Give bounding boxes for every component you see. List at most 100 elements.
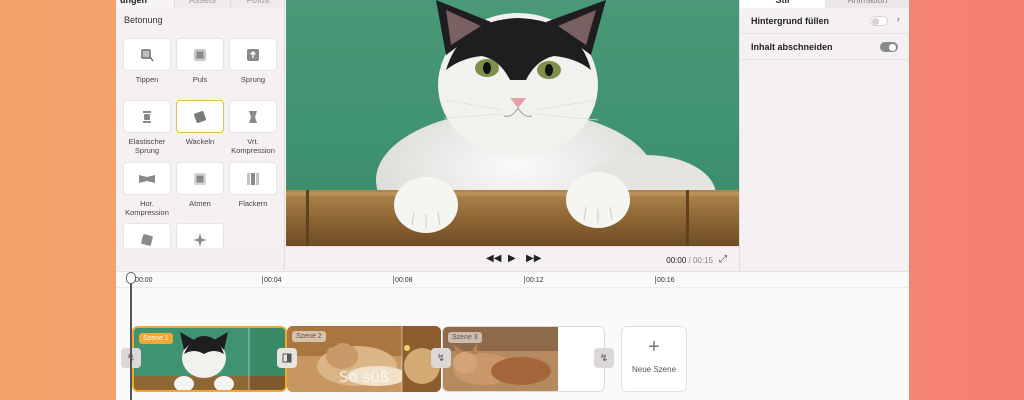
properties-tabs: Stil Animation [740,0,909,8]
timeline: 00:00 00:04 00:08 00:12 00:16 Szene 1 Sz… [116,271,909,400]
jump-icon [247,48,259,61]
fullscreen-icon[interactable]: ⤢ [719,254,727,265]
effect-tile [123,100,171,133]
tick [524,276,525,284]
effect-tile [176,223,224,248]
tap-icon [141,48,154,61]
effect-hor-kompression[interactable]: Hor. Kompression [122,162,172,217]
effect-tile [176,100,224,133]
effect-atmen[interactable]: Atmen [175,162,225,208]
scene-3-clip[interactable]: Szene 3 [442,326,605,392]
bolt-icon: ↯ [599,352,609,364]
transition-button[interactable] [277,348,297,368]
rewind-icon[interactable]: ◀◀ [486,253,501,264]
effect-label: Hor. Kompression [125,199,169,217]
section-title: Betonung [124,15,163,25]
effects-panel-footer [116,248,285,270]
effects-panel: ungen Assets Fotos Betonung Tippen Puls [116,0,285,248]
tick-label: 00:04 [264,277,282,284]
time-ruler: 00:00 00:04 00:08 00:12 00:16 [116,272,909,288]
effect-wackeln[interactable]: Wackeln [175,100,225,146]
effect-label: Atmen [189,199,211,208]
effect-flackern[interactable]: Flackern [228,162,278,208]
tab-effects[interactable]: ungen [116,0,175,8]
horizontal-compress-icon [139,174,155,183]
effect-sparkle[interactable] [175,223,225,248]
effect-tippen[interactable]: Tippen [122,38,172,84]
effect-label: Puls [192,75,208,84]
wobble-icon [194,110,206,123]
effect-label: Vrt. Kompression [231,137,275,155]
effect-label: Wackeln [185,137,215,146]
tab-style[interactable]: Stil [740,0,825,8]
sparkle-icon [193,232,207,247]
effect-tile [176,38,224,71]
scene-3-tag: Szene 3 [448,332,482,343]
play-icon[interactable]: ▶ [508,253,516,264]
current-time: 00:00 [666,256,687,265]
tick-label: 00:08 [395,277,413,284]
toggle-knob [872,18,879,25]
fill-background-label: Hintergrund füllen [751,16,829,26]
effect-tile [229,100,277,133]
effect-tile [123,38,171,71]
effect-tile [176,162,224,195]
properties-panel: Stil Animation Hintergrund füllen › Inha… [739,0,909,271]
fast-forward-icon[interactable]: ▶▶ [526,253,541,264]
effect-puls[interactable]: Puls [175,38,225,84]
effect-label: Sprung [240,75,266,84]
toggle-knob [889,44,896,51]
app-window: ungen Assets Fotos Betonung Tippen Puls [116,0,909,400]
fill-background-row[interactable]: Hintergrund füllen › [740,8,909,34]
scene-2-clip[interactable]: Szene 2 So süß [287,326,441,392]
effect-label: Elastischer Sprung [128,137,166,155]
crop-content-label: Inhalt abschneiden [751,42,833,52]
effect-tile [123,162,171,195]
tick-label: 00:00 [135,277,153,284]
effects-tabs: ungen Assets Fotos [116,0,284,8]
crop-content-toggle[interactable] [880,42,898,52]
effect-label: Flackern [238,199,268,208]
scene-2-overlay-text: So süß [339,368,390,386]
flicker-icon [247,172,259,185]
tab-assets[interactable]: Assets [174,0,230,8]
video-preview[interactable] [286,0,739,246]
scene-1-tag: Szene 1 [139,333,173,344]
tab-animation[interactable]: Animation [825,0,909,8]
breathe-icon [194,172,206,185]
elastic-jump-icon [143,110,151,123]
rotate-icon [141,233,153,246]
pulse-icon [194,48,206,61]
playhead-handle[interactable] [126,272,136,284]
cat-photo [286,0,739,246]
transition-button[interactable]: ↯ [431,348,451,368]
split-square-icon [282,353,292,363]
tab-photos[interactable]: Fotos [229,0,284,8]
effect-sprung[interactable]: Sprung [228,38,278,84]
effect-tile [229,38,277,71]
effect-tile [229,162,277,195]
chevron-right-icon[interactable]: › [897,14,900,25]
tick [262,276,263,284]
effect-vrt-kompression[interactable]: Vrt. Kompression [228,100,278,155]
playhead[interactable] [130,274,132,400]
time-readout: 00:00 / 00:15 [666,256,713,265]
tick [393,276,394,284]
scene-2-tag: Szene 2 [292,331,326,342]
new-scene-label: Neue Szene [631,365,677,374]
effect-elastischer-sprung[interactable]: Elastischer Sprung [122,100,172,155]
effect-label: Tippen [135,75,159,84]
total-time: / 00:15 [688,256,713,265]
transition-button[interactable]: ↯ [594,348,614,368]
vertical-compress-icon [249,110,257,123]
bolt-icon: ↯ [436,352,446,364]
scene-1-clip[interactable]: Szene 1 [132,326,287,392]
playback-bar: ◀◀ ▶ ▶▶ 00:00 / 00:15 ⤢ [286,246,739,271]
fill-background-toggle[interactable] [870,16,888,26]
effect-rotate[interactable] [122,223,172,248]
tick-label: 00:12 [526,277,544,284]
new-scene-button[interactable]: + Neue Szene [621,326,687,392]
crop-content-row[interactable]: Inhalt abschneiden [740,34,909,60]
effect-tile [123,223,171,248]
plus-icon: + [648,336,660,358]
